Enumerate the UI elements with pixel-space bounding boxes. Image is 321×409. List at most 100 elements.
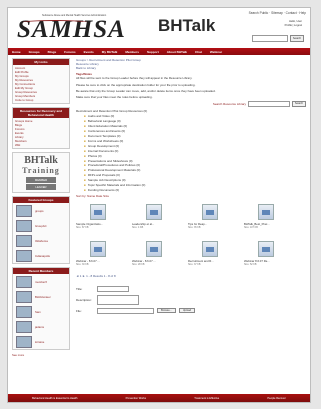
group-thumbnail [16,219,32,232]
document-icon [146,240,162,257]
file-meta: Size: 107 KB [244,225,258,229]
description-field[interactable] [97,294,139,305]
group-item[interactable]: Oklahoma [13,233,69,248]
group-thumbnail [16,249,32,262]
nav-home[interactable]: Home [8,50,25,54]
folder-item[interactable]: Funding Documents (0) [76,188,306,193]
desc-line: All files will be sent to the Group Lead… [76,76,193,81]
avatar [16,335,32,348]
file-card[interactable]: Leadership et al... Size: 4 KB [132,202,176,235]
document-icon [202,240,218,257]
training-logo-big: BHTalk [24,155,58,166]
group-name: GroupAC [35,223,47,228]
user-links[interactable]: Profile | Logout [260,24,302,28]
file-card[interactable]: BHTalk_Best_Prac... Size: 107 KB [244,202,288,235]
avatar [16,320,32,333]
back-link[interactable]: Back to Library [76,66,306,70]
resources-list: Groups Home Blogs Forums Events Library … [13,118,69,148]
library-search-button[interactable]: Search [292,101,306,108]
nav-about[interactable]: About BHTalk [163,50,191,54]
nav-my-bhtalk[interactable]: My BHTalk [98,50,122,54]
member-name: Sam [35,309,41,314]
sidebar-link[interactable]: Wiki [15,143,67,147]
file-card[interactable]: Webinar - 8.6.07 ... Size: 28 KB [132,239,176,272]
sidebar: My Links Account Edit Profile My Groups … [12,58,70,357]
logo-swoosh [22,20,88,25]
see-more-link[interactable]: See more [12,353,70,357]
page-frame: Search Public · Sitemap · Contact · Help… [7,7,311,403]
file-card[interactable]: Webinar - 8.6.07 ... Size: 30 KB [76,239,120,272]
browse-button[interactable]: Browse... [157,308,176,314]
file-meta: Size: 52 KB [244,262,257,266]
file-grid: Sample Organizatio... Size: 87 KB Leaders… [76,202,306,272]
description-label: Description: [76,297,92,302]
bhtalk-logo[interactable]: BHTalk [158,16,215,36]
my-links-list: Account Edit Profile My Groups My Resour… [13,65,69,103]
file-card[interactable]: Recruitment and R... Size: 37 KB [188,239,232,272]
member-item[interactable]: BHVolunteer [13,289,69,304]
member-item[interactable]: Sam [13,304,69,319]
document-icon [90,240,106,257]
member-item[interactable]: memberX [13,274,69,289]
leader-training-button[interactable]: LEADER [26,184,56,190]
group-name: Oklahoma [35,238,48,243]
group-item[interactable]: groups [13,203,69,218]
title-field[interactable] [97,285,129,292]
header-search: Search [252,35,304,42]
file-card[interactable]: Sample Organizatio... Size: 87 KB [76,202,120,235]
header-search-button[interactable]: Search [290,35,304,42]
desc-line: Be aware that only the Group Leader can … [76,88,216,93]
footer-item: Treatment is Effective [194,396,220,400]
pagination[interactable]: ◄ 1 ► 1 - 8 Results 1 - 8 of 8 [76,274,306,278]
my-links-panel: My Links Account Edit Profile My Groups … [12,58,70,104]
nav-forums[interactable]: Forums [60,50,79,54]
library-search: Search Resource Library Search [76,101,306,108]
nav-blogs[interactable]: Blogs [44,50,61,54]
top-links[interactable]: Search Public · Sitemap · Contact · Help [249,11,306,16]
avatar [16,275,32,288]
member-name: memberX [35,279,48,284]
sort-links[interactable]: Sort by: Name Date Size [76,194,306,198]
document-icon [258,240,274,257]
member-item[interactable]: jadams [13,319,69,334]
header-search-input[interactable] [252,35,288,42]
member-item[interactable]: lorraine [13,334,69,349]
sidebar-link[interactable]: Invite to Group [15,98,67,102]
document-icon [146,203,162,220]
member-name: jadams [35,324,45,329]
nav-chat[interactable]: Chat [191,50,206,54]
footer-item: Prevention Works [125,396,147,400]
training-logo-small: Training [22,166,60,175]
file-meta: Size: 30 KB [76,262,89,266]
training-panel: BHTalk Training MEMBER LEADER [12,152,70,193]
member-name: lorraine [35,339,45,344]
nav-groups[interactable]: Groups [25,50,44,54]
folder-tree: Recruitment and Retention Pilot Group Re… [76,109,306,192]
avatar [16,290,32,303]
nav-events[interactable]: Events [80,50,98,54]
file-meta: Size: 28 KB [132,262,145,266]
group-thumbnail [16,234,32,247]
nav-support[interactable]: Support [143,50,163,54]
group-name: Indianapolis [35,253,50,258]
nav-webinar[interactable]: Webinar [206,50,226,54]
avatar [16,305,32,318]
nav-members[interactable]: Members [121,50,143,54]
desc-line: Please be sure to click on the appropria… [76,82,196,87]
user-box: Hello, User Profile | Logout [260,20,302,28]
group-thumbnail [16,204,32,217]
file-meta: Size: 35 KB [188,225,201,229]
group-item[interactable]: Indianapolis [13,248,69,263]
library-search-input[interactable] [248,101,290,108]
group-item[interactable]: GroupAC [13,218,69,233]
file-field[interactable] [97,307,154,314]
document-icon [202,203,218,220]
upload-button[interactable]: Upload [178,308,196,314]
bhtalk-logo-text: BHTalk [158,16,216,35]
file-card[interactable]: Tips for Reap... Size: 35 KB [188,202,232,235]
footer-item: Behavioral Health is Essential to Health [32,396,78,400]
site-footer: Behavioral Health is Essential to Health… [8,394,310,402]
member-training-button[interactable]: MEMBER [26,177,56,183]
resources-title: Resources for Recovery and Behavioral He… [13,108,69,118]
file-card[interactable]: Webinar 8.6.07 Re... Size: 52 KB [244,239,288,272]
